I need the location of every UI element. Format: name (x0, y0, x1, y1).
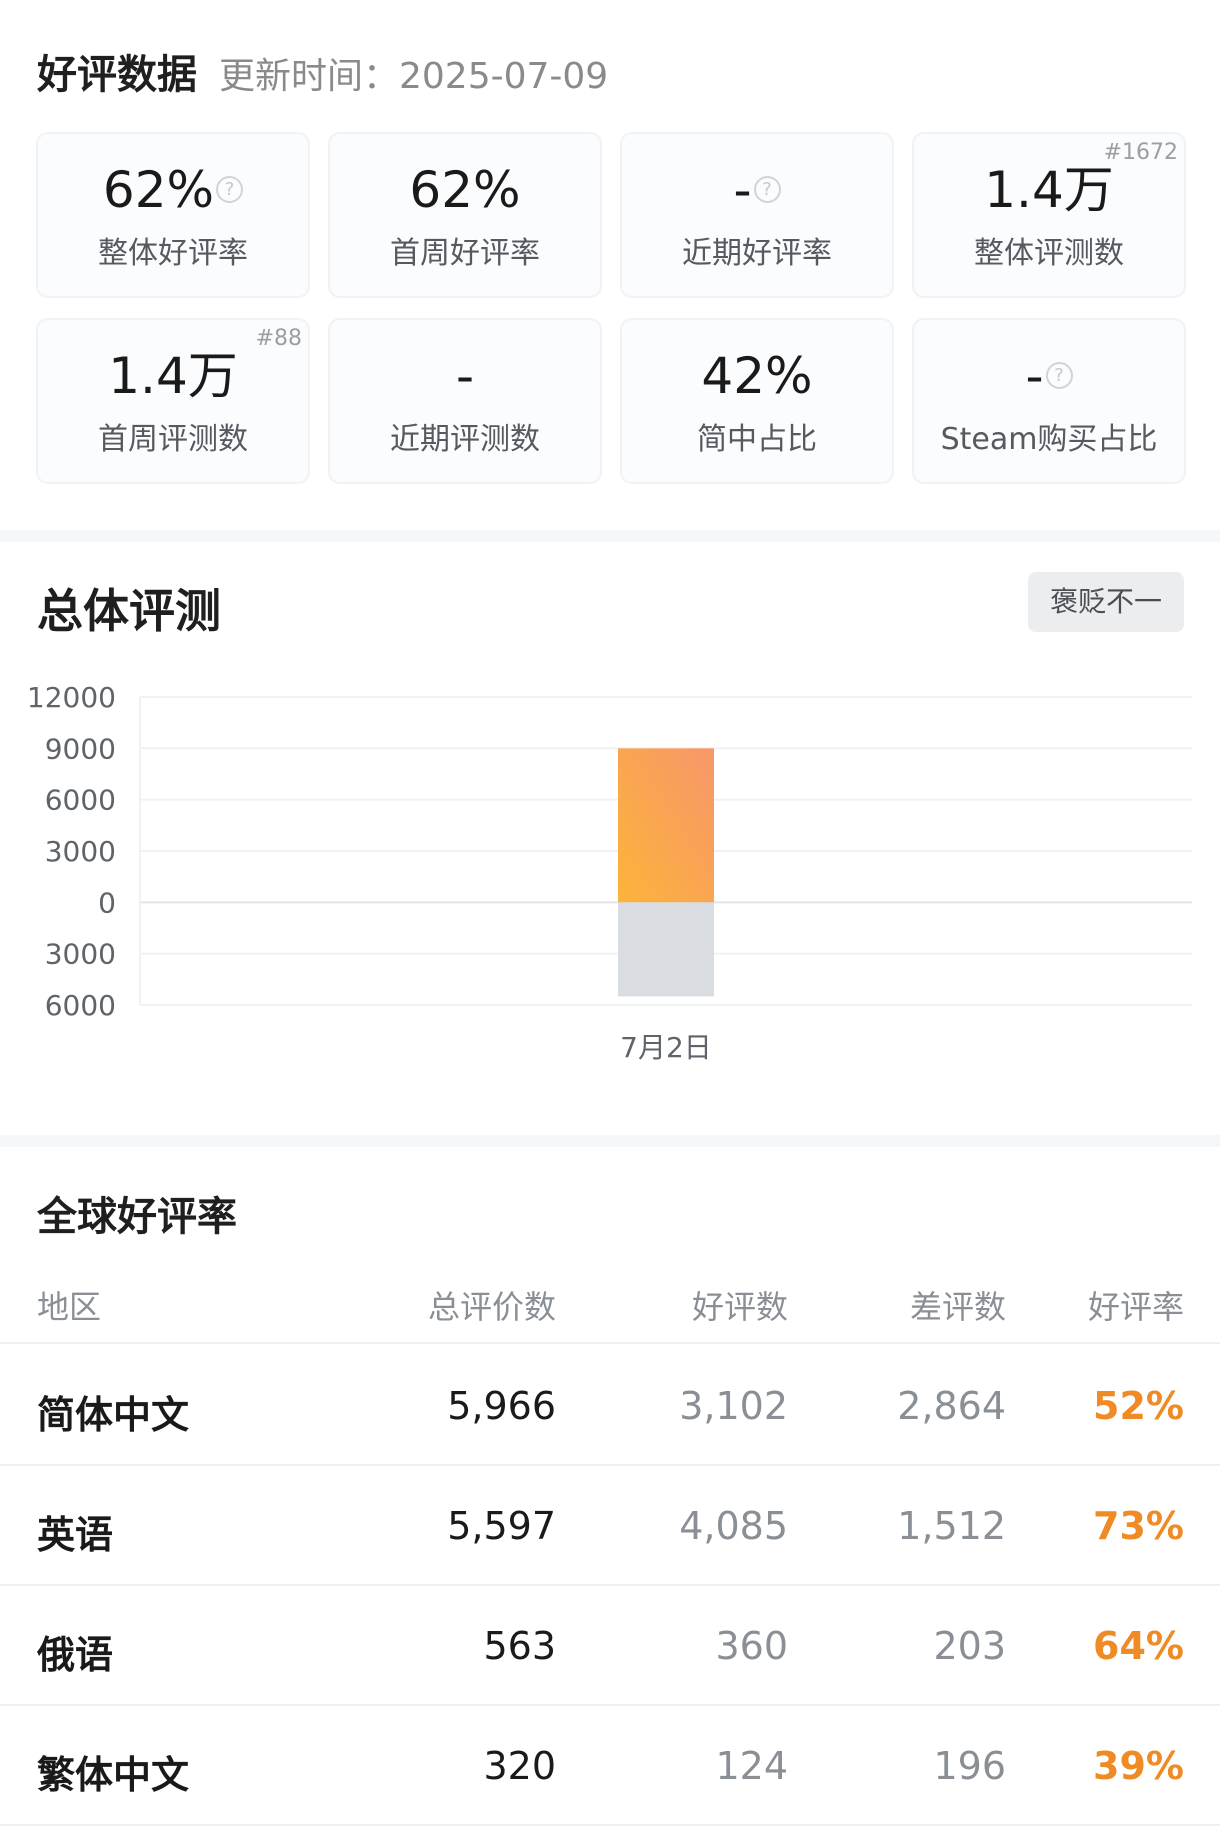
header-negative[interactable]: 差评数 (910, 1282, 1006, 1328)
overall-review-title: 总体评测 (37, 584, 221, 638)
positive-cell: 3,102 (679, 1384, 788, 1428)
section-divider (0, 1135, 1220, 1147)
rate-cell: 39% (1093, 1744, 1184, 1788)
negative-cell: 1,512 (897, 1504, 1006, 1548)
rate-cell: 52% (1093, 1384, 1184, 1428)
stat-value: 62%? (38, 160, 308, 220)
stat-label: 整体评测数 (974, 236, 1124, 271)
stat-card-grid: 62%? 整体好评率 62% 首周好评率 -? 近期好评率 1.4万 整体评测数 #1672 1.… (36, 132, 1186, 484)
stat-value: -? (914, 346, 1184, 406)
y-tick-label: 6000 (45, 784, 116, 817)
header-rate[interactable]: 好评率 (1088, 1282, 1184, 1328)
rate-cell: 64% (1093, 1624, 1184, 1668)
stat-value-text: 62% (409, 161, 521, 219)
stat-value-text: - (455, 347, 475, 405)
stat-label: 首周好评率 (390, 236, 540, 271)
table-row[interactable]: 英语 5,597 4,085 1,512 73% (0, 1466, 1220, 1586)
positive-cell: 360 (715, 1624, 788, 1668)
total-cell: 320 (483, 1744, 556, 1788)
positive-review-bar[interactable] (618, 748, 714, 903)
stat-card: -? 近期好评率 (620, 132, 894, 298)
total-cell: 5,597 (447, 1504, 556, 1548)
stat-label: Steam购买占比 (940, 422, 1158, 457)
negative-cell: 203 (933, 1624, 1006, 1668)
verdict-badge[interactable]: 褒贬不一 (1028, 572, 1184, 632)
stat-value-text: 42% (701, 347, 813, 405)
stat-card: 1.4万整体评测数 #1672 (912, 132, 1186, 298)
section-divider (0, 530, 1220, 542)
table-row[interactable]: 俄语 563 360 203 64% (0, 1586, 1220, 1706)
stat-value-text: 1.4万 (984, 161, 1114, 219)
stat-value: -? (622, 160, 892, 220)
negative-cell: 196 (933, 1744, 1006, 1788)
region-cell: 俄语 (37, 1633, 114, 1677)
stat-label: 首周评测数 (98, 422, 248, 457)
region-cell: 繁体中文 (37, 1753, 190, 1797)
stat-rank-badge: #1672 (1103, 140, 1178, 165)
y-tick-label: 0 (98, 886, 116, 919)
positive-cell: 4,085 (679, 1504, 788, 1548)
stat-card: 1.4万首周评测数 #88 (36, 318, 310, 484)
y-tick-label: 12000 (27, 681, 116, 714)
table-header: 地区 总评价数 好评数 差评数 好评率 (0, 1260, 1220, 1344)
rate-cell: 73% (1093, 1504, 1184, 1548)
stat-card: 62%? 整体好评率 (36, 132, 310, 298)
overall-review-section: 总体评测 褒贬不一 12000 9000 6000 3000 0 3000 6000 7月2日 (0, 545, 1220, 1125)
review-stats-section: 好评数据 更新时间：2025-07-09 62%? 整体好评率 62% 首周好评率 -?… (0, 0, 1220, 530)
stat-value: - (330, 346, 600, 406)
stat-value: 1.4万 (38, 346, 308, 406)
y-tick-label: 3000 (45, 835, 116, 868)
y-tick-label: 9000 (45, 732, 116, 765)
header-total[interactable]: 总评价数 (428, 1282, 556, 1328)
table-row[interactable]: 繁体中文 320 124 196 39% (0, 1706, 1220, 1826)
x-tick-label: 7月2日 (620, 1031, 712, 1064)
stat-card: 42% 简中占比 (620, 318, 894, 484)
negative-review-bar[interactable] (618, 902, 714, 997)
help-circle-icon[interactable]: ? (216, 176, 244, 203)
stat-value: 62% (330, 160, 600, 220)
table-row[interactable]: 简体中文 5,966 3,102 2,864 52% (0, 1346, 1220, 1466)
stat-value: 42% (622, 346, 892, 406)
global-rating-title: 全球好评率 (37, 1194, 237, 1240)
region-cell: 英语 (37, 1513, 114, 1557)
stat-value: 1.4万 (914, 160, 1184, 220)
y-tick-label: 3000 (45, 938, 116, 971)
total-cell: 563 (483, 1624, 556, 1668)
header-region: 地区 (37, 1288, 102, 1326)
stats-title: 好评数据 (37, 52, 197, 98)
stat-value-text: 62% (102, 161, 215, 219)
update-time: 更新时间：2025-07-09 (219, 56, 609, 97)
stat-value-text: - (733, 161, 752, 219)
stat-label: 整体好评率 (98, 236, 248, 271)
global-rating-section: 全球好评率 地区 总评价数 好评数 差评数 好评率 简体中文 5,966 3,102… (0, 1150, 1220, 1840)
stats-header: 好评数据 更新时间：2025-07-09 (37, 42, 608, 100)
positive-cell: 124 (715, 1744, 788, 1788)
help-circle-icon[interactable]: ? (753, 176, 781, 203)
stat-label: 近期好评率 (682, 236, 832, 271)
stat-rank-badge: #88 (255, 326, 302, 351)
stat-value-text: 1.4万 (108, 347, 238, 405)
total-cell: 5,966 (447, 1384, 556, 1428)
stat-card: -? Steam购买占比 (912, 318, 1186, 484)
y-tick-label: 6000 (45, 989, 116, 1022)
help-circle-icon[interactable]: ? (1045, 362, 1073, 389)
header-positive[interactable]: 好评数 (692, 1282, 788, 1328)
stat-card: - 近期评测数 (328, 318, 602, 484)
region-cell: 简体中文 (37, 1393, 190, 1437)
stat-label: 简中占比 (697, 422, 817, 457)
stat-card: 62% 首周好评率 (328, 132, 602, 298)
negative-cell: 2,864 (897, 1384, 1006, 1428)
review-bar-chart: 12000 9000 6000 3000 0 3000 6000 7月2日 (27, 681, 1192, 1064)
stat-value-text: - (1025, 347, 1044, 405)
stat-label: 近期评测数 (390, 422, 540, 457)
